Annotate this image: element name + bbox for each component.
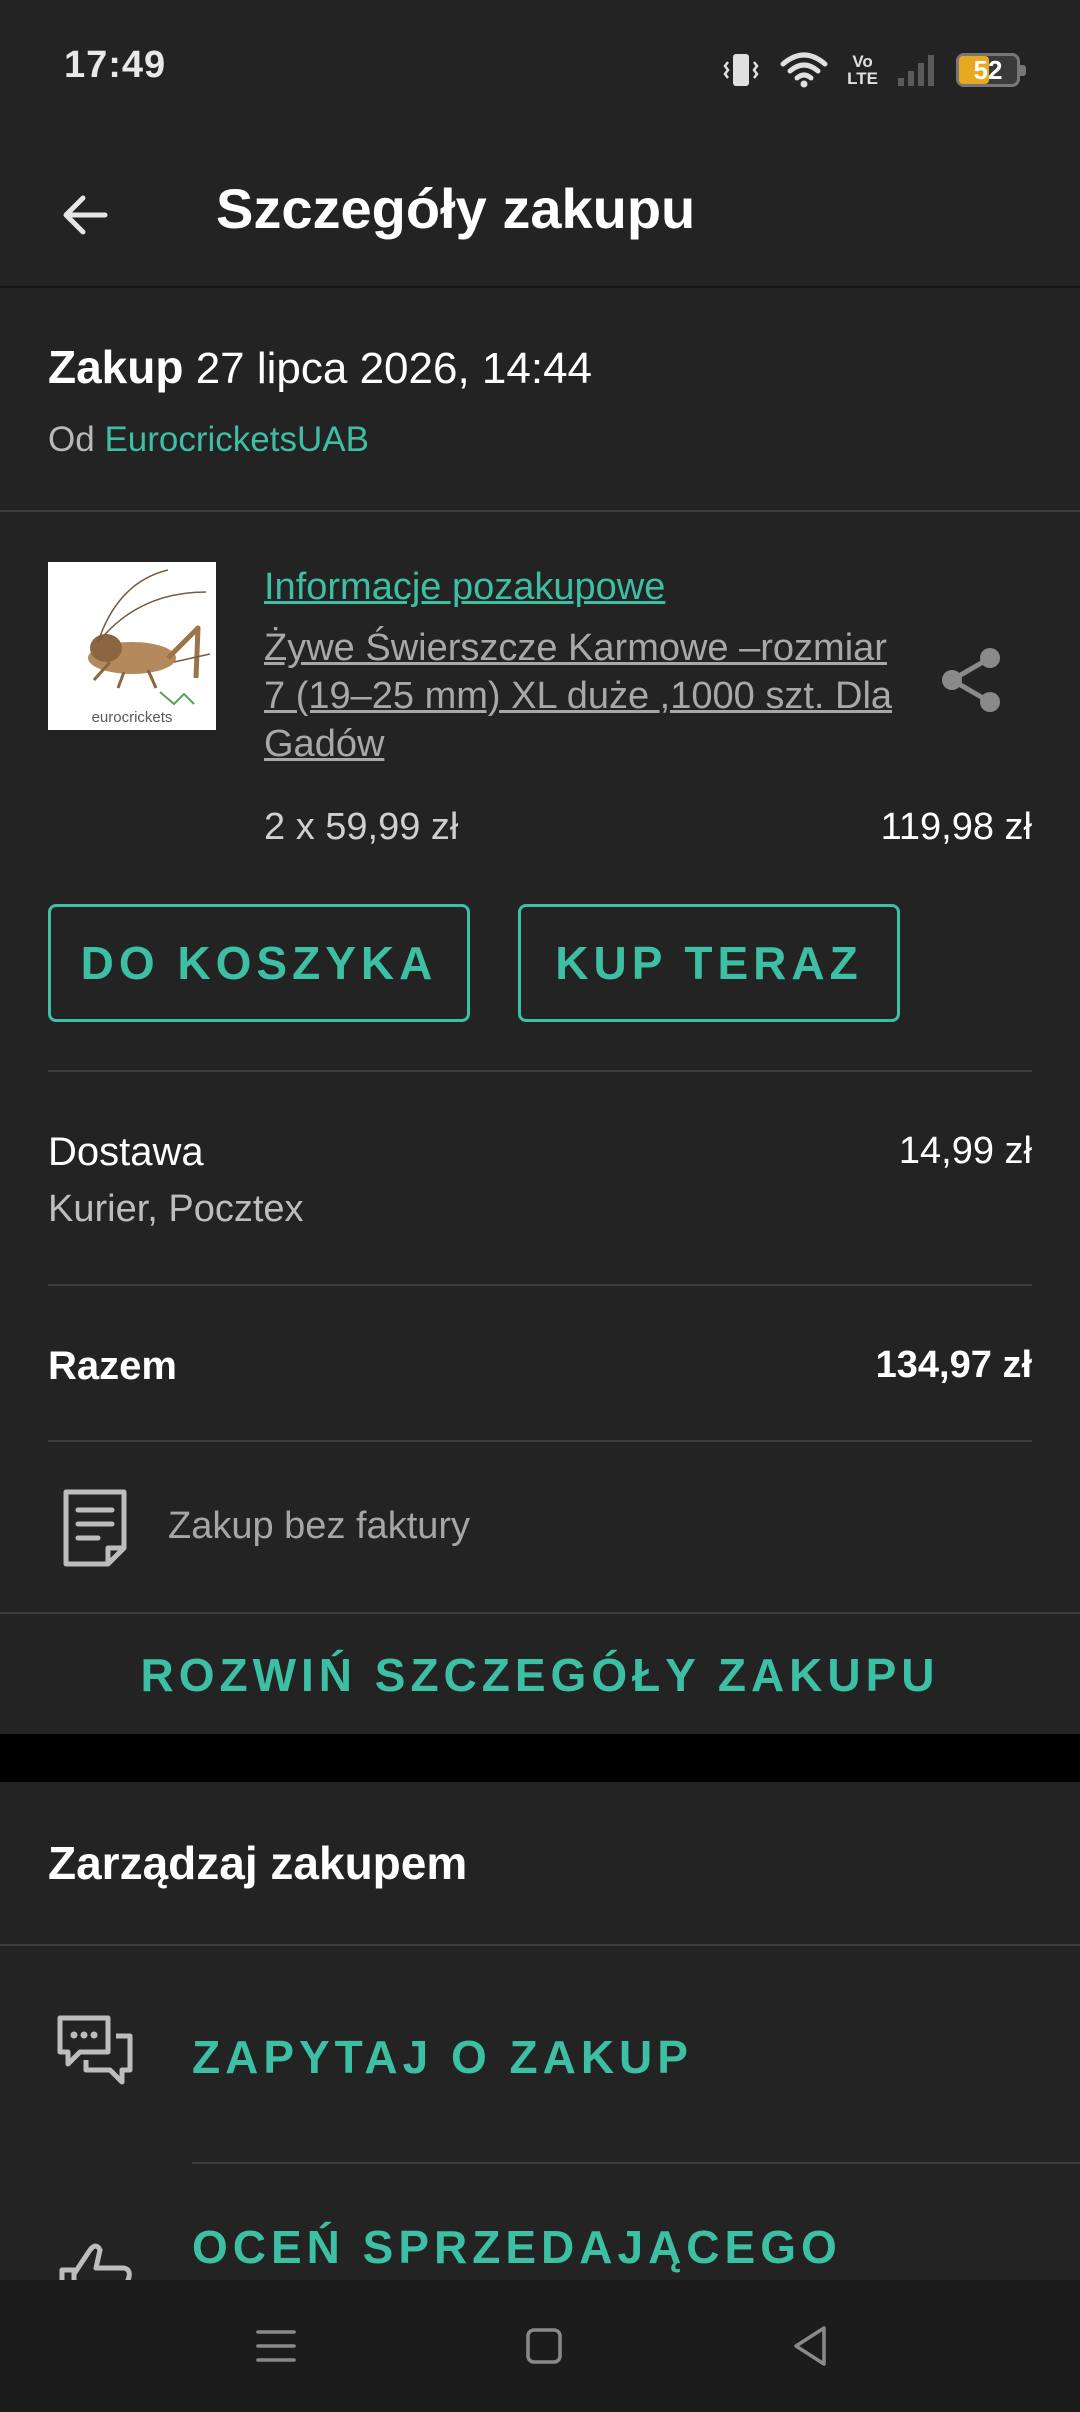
back-button[interactable]: [40, 170, 130, 260]
document-icon: [62, 1488, 128, 1568]
delivery-price: 14,99 zł: [898, 1130, 1032, 1172]
total-label: Razem: [48, 1344, 177, 1388]
chat-icon: [56, 2012, 136, 2092]
arrow-left-icon: [63, 195, 108, 235]
battery-icon: 52: [956, 53, 1026, 87]
back-triangle-icon: [794, 2326, 826, 2366]
wifi-icon: [779, 50, 829, 90]
seller-line: Od EurocricketsUAB: [48, 420, 369, 460]
line-total: 119,98 zł: [880, 806, 1032, 848]
volte-indicator: Vo LTE: [847, 52, 878, 88]
quantity-price: 2 x 59,99 zł: [264, 806, 459, 848]
status-icons: Vo LTE 52: [721, 48, 1026, 92]
section-separator: [0, 1734, 1080, 1782]
post-purchase-info-link[interactable]: Informacje pozakupowe: [264, 566, 665, 609]
total-value: 134,97 zł: [875, 1344, 1032, 1386]
purchase-header: Zakup 27 lipca 2026, 14:44: [48, 340, 592, 394]
battery-level: 52: [973, 55, 1003, 85]
product-thumbnail[interactable]: eurocrickets: [48, 562, 216, 730]
signal-icon: [896, 52, 938, 88]
product-title-link[interactable]: Żywe Świerszcze Karmowe –rozmiar 7 (19–2…: [264, 624, 904, 768]
delivery-label: Dostawa: [48, 1130, 204, 1174]
divider: [48, 1284, 1032, 1286]
rate-seller-button[interactable]: OCEŃ SPRZEDAJĄCEGO: [192, 2220, 842, 2274]
purchase-label: Zakup: [48, 341, 184, 393]
seller-prefix: Od: [48, 420, 95, 459]
ask-about-purchase-button[interactable]: ZAPYTAJ O ZAKUP: [192, 2030, 693, 2084]
divider: [0, 510, 1080, 512]
divider: [48, 1440, 1032, 1442]
share-button[interactable]: [938, 644, 1006, 716]
menu-icon: [256, 2330, 296, 2362]
purchase-details-screen: 17:49 Vo LTE 52 Szczegóły zakupu Zakup 2…: [0, 0, 1080, 2412]
nav-menu-button[interactable]: [240, 2310, 312, 2382]
nav-home-button[interactable]: [508, 2310, 580, 2382]
battery-tip: [1020, 65, 1026, 76]
divider: [192, 2162, 1080, 2164]
home-square-icon: [526, 2328, 562, 2364]
app-bar: Szczegóły zakupu: [0, 140, 1080, 288]
system-nav-bar: [0, 2280, 1080, 2412]
cricket-image: eurocrickets: [48, 562, 216, 730]
divider: [48, 1070, 1032, 1072]
status-time: 17:49: [64, 44, 167, 86]
purchase-date: 27 lipca 2026, 14:44: [195, 344, 593, 393]
status-bar: 17:49 Vo LTE 52: [0, 0, 1080, 140]
divider: [0, 1612, 1080, 1614]
divider: [0, 1944, 1080, 1946]
buy-now-button[interactable]: KUP TERAZ: [518, 904, 900, 1022]
nav-back-button[interactable]: [774, 2310, 846, 2382]
add-to-cart-button[interactable]: DO KOSZYKA: [48, 904, 470, 1022]
expand-details-button[interactable]: ROZWIŃ SZCZEGÓŁY ZAKUPU: [0, 1648, 1080, 1702]
invoice-status: Zakup bez faktury: [168, 1505, 471, 1547]
share-icon: [942, 648, 1000, 712]
thumb-brand: eurocrickets: [92, 709, 173, 726]
vibrate-icon: [721, 50, 761, 90]
manage-section-title: Zarządzaj zakupem: [48, 1837, 468, 1889]
page-title: Szczegóły zakupu: [216, 177, 696, 240]
delivery-method: Kurier, Pocztex: [48, 1188, 304, 1230]
seller-link[interactable]: EurocricketsUAB: [104, 420, 369, 459]
